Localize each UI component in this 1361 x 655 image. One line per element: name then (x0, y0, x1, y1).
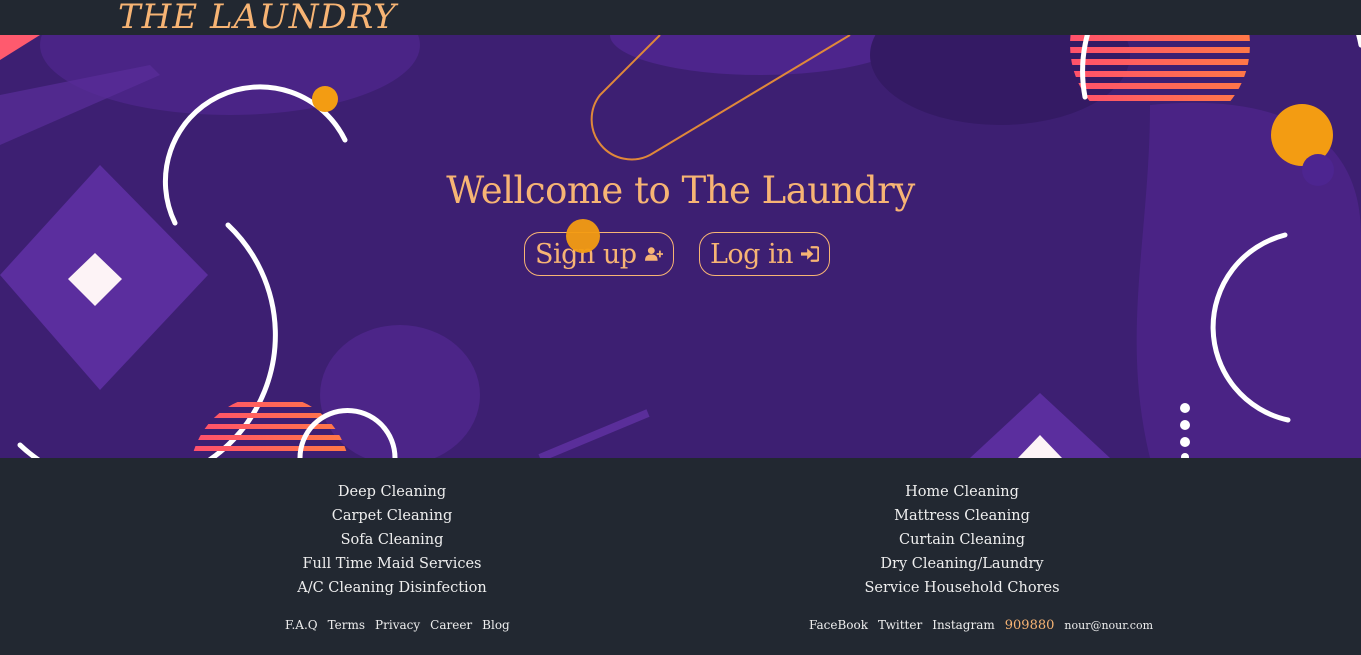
email-link[interactable]: nour@nour.com (1064, 619, 1153, 632)
twitter-link[interactable]: Twitter (878, 618, 922, 632)
service-link-household-chores[interactable]: Service Household Chores (752, 576, 1172, 600)
service-link-dry-cleaning[interactable]: Dry Cleaning/Laundry (752, 552, 1172, 576)
service-link-home-cleaning[interactable]: Home Cleaning (752, 480, 1172, 504)
terms-link[interactable]: Terms (328, 618, 365, 632)
login-label: Log in (710, 238, 794, 270)
career-link[interactable]: Career (430, 618, 472, 632)
hero-background-art (0, 35, 1361, 458)
footer-info-links: F.A.Q Terms Privacy Career Blog (285, 618, 510, 632)
service-link-deep-cleaning[interactable]: Deep Cleaning (182, 480, 602, 504)
privacy-link[interactable]: Privacy (375, 618, 420, 632)
service-link-ac-cleaning[interactable]: A/C Cleaning Disinfection (182, 576, 602, 600)
footer: Deep Cleaning Carpet Cleaning Sofa Clean… (0, 458, 1361, 655)
service-link-carpet-cleaning[interactable]: Carpet Cleaning (182, 504, 602, 528)
phone-number: 909880 (1004, 618, 1055, 633)
service-link-mattress-cleaning[interactable]: Mattress Cleaning (752, 504, 1172, 528)
blog-link[interactable]: Blog (482, 618, 510, 632)
orange-orb-decoration (566, 219, 600, 253)
footer-contact-links: FaceBook Twitter Instagram 909880 nour@n… (809, 618, 1153, 633)
login-button[interactable]: Log in (699, 232, 830, 276)
hero-section: Wellcome to The Laundry Sign up Log in (0, 35, 1361, 458)
service-link-maid-services[interactable]: Full Time Maid Services (182, 552, 602, 576)
services-list-right: Home Cleaning Mattress Cleaning Curtain … (752, 480, 1172, 600)
service-link-curtain-cleaning[interactable]: Curtain Cleaning (752, 528, 1172, 552)
user-plus-icon (644, 247, 663, 261)
service-link-sofa-cleaning[interactable]: Sofa Cleaning (182, 528, 602, 552)
site-logo[interactable]: THE LAUNDRY (118, 0, 397, 38)
top-navbar: THE LAUNDRY (0, 0, 1361, 38)
facebook-link[interactable]: FaceBook (809, 618, 868, 632)
services-list-left: Deep Cleaning Carpet Cleaning Sofa Clean… (182, 480, 602, 600)
hero-title: Wellcome to The Laundry (446, 169, 915, 212)
faq-link[interactable]: F.A.Q (285, 618, 318, 632)
sign-in-icon (801, 246, 819, 262)
instagram-link[interactable]: Instagram (932, 618, 995, 632)
